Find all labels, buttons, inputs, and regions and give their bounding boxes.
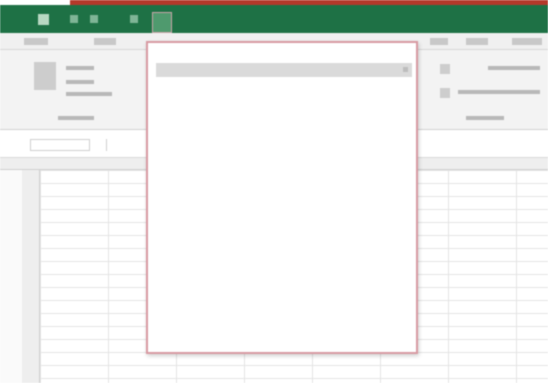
menu-item[interactable] xyxy=(156,311,412,325)
menu-item[interactable] xyxy=(156,144,412,158)
save-icon[interactable] xyxy=(70,15,78,23)
tab-file[interactable] xyxy=(24,38,48,45)
menu-item[interactable] xyxy=(156,166,412,180)
undo-icon[interactable] xyxy=(90,15,98,23)
menu-item[interactable] xyxy=(156,124,412,138)
menu-item[interactable] xyxy=(156,249,412,263)
ribbon-icon[interactable] xyxy=(440,88,450,98)
menu-item[interactable] xyxy=(156,208,412,222)
ribbon-label xyxy=(488,66,540,70)
sheet-margin xyxy=(0,170,22,383)
ribbon-label xyxy=(66,66,94,70)
ribbon-group-label xyxy=(58,116,94,120)
qat-customize-icon[interactable] xyxy=(152,12,172,33)
menu-item[interactable] xyxy=(156,270,412,284)
menu-item[interactable] xyxy=(156,229,412,243)
menu-scroll-icon xyxy=(403,67,408,72)
qat-customize-dropdown xyxy=(146,41,418,354)
paste-icon[interactable] xyxy=(34,62,56,90)
menu-item[interactable] xyxy=(156,103,412,117)
tab-home[interactable] xyxy=(94,38,116,45)
dropdown-header xyxy=(154,47,412,57)
ribbon-group-label xyxy=(466,116,504,120)
fx-icon[interactable] xyxy=(106,139,136,151)
tab-help[interactable] xyxy=(512,38,542,45)
tab-review[interactable] xyxy=(430,38,448,45)
menu-item[interactable] xyxy=(156,63,412,77)
menu-item[interactable] xyxy=(156,187,412,201)
ribbon-label xyxy=(66,80,94,84)
excel-app-icon xyxy=(38,14,49,25)
menu-item[interactable] xyxy=(156,290,412,304)
ribbon-icon[interactable] xyxy=(440,64,450,74)
redo-icon[interactable] xyxy=(130,15,138,23)
menu-item[interactable] xyxy=(156,332,412,346)
row-headers xyxy=(22,170,40,383)
menu-item[interactable] xyxy=(156,82,412,96)
ribbon-label xyxy=(66,92,112,96)
ribbon-label xyxy=(458,90,540,94)
title-bar xyxy=(0,5,548,33)
tab-view[interactable] xyxy=(466,38,488,45)
window-title xyxy=(325,15,415,24)
name-box[interactable] xyxy=(30,139,90,151)
